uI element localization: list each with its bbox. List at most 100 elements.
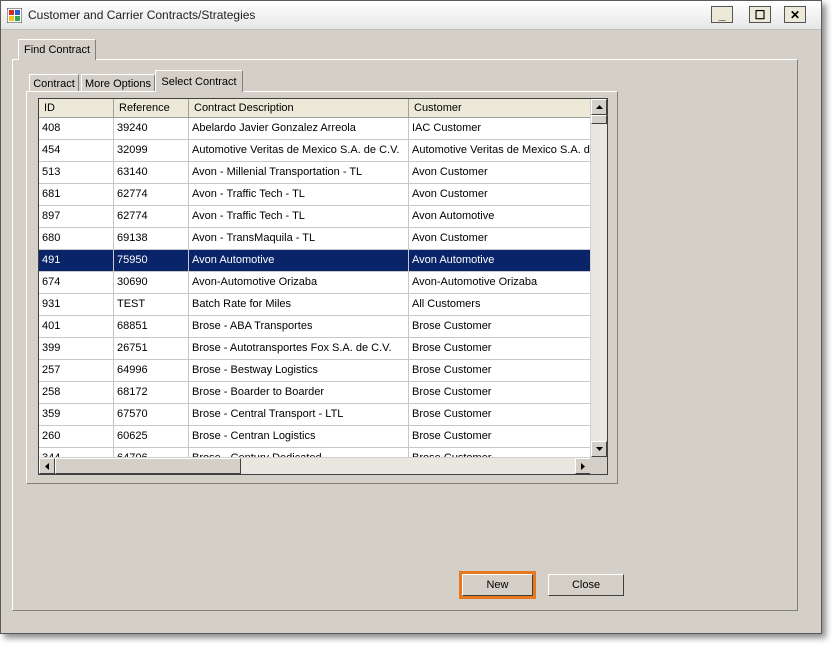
vertical-scrollbar[interactable] [590,99,607,457]
cell-contract-description: Avon - Traffic Tech - TL [189,184,409,206]
contracts-grid[interactable]: ID Reference Contract Description Custom… [38,98,608,475]
tab-select-contract[interactable]: Select Contract [155,70,243,92]
scroll-right-button[interactable] [575,458,591,474]
tab-contract[interactable]: Contract [29,74,79,92]
table-row[interactable]: 258 68172 Brose - Boarder to Boarder Brose … [39,382,591,404]
cell-reference: 68851 [114,316,189,338]
tab-find-contract[interactable]: Find Contract [18,39,96,60]
cell-customer: Avon Customer [409,162,591,184]
cell-id: 680 [39,228,114,250]
cell-contract-description: Brose - Boarder to Boarder [189,382,409,404]
close-icon: ✕ [789,7,801,22]
cell-reference: 32099 [114,140,189,162]
table-row[interactable]: 401 68851 Brose - ABA Transportes Brose Cus… [39,316,591,338]
table-row[interactable]: 680 69138 Avon - TransMaquila - TL Avon Cus… [39,228,591,250]
table-row[interactable]: 454 32099 Automotive Veritas de Mexico S.A… [39,140,591,162]
cell-reference: 26751 [114,338,189,360]
table-row[interactable]: 359 67570 Brose - Central Transport - LTL B… [39,404,591,426]
vertical-scroll-thumb[interactable] [591,115,607,124]
minimize-button[interactable]: _ [711,6,733,23]
close-window-button[interactable]: ✕ [784,6,806,23]
table-row[interactable]: 260 60625 Brose - Centran Logistics Brose C… [39,426,591,448]
table-row[interactable]: 399 26751 Brose - Autotransportes Fox S.A.… [39,338,591,360]
column-header-reference[interactable]: Reference [114,99,189,118]
cell-reference: 62774 [114,184,189,206]
cell-id: 260 [39,426,114,448]
table-row[interactable]: 931 TEST Batch Rate for Miles All Customers [39,294,591,316]
cell-customer: Avon Automotive [409,206,591,228]
column-header-contract-description[interactable]: Contract Description [189,99,409,118]
cell-id: 931 [39,294,114,316]
scroll-down-button[interactable] [591,441,607,457]
cell-reference: 67570 [114,404,189,426]
title-bar[interactable]: Customer and Carrier Contracts/Strategie… [1,1,821,30]
main-window: Customer and Carrier Contracts/Strategie… [0,0,822,634]
close-button-label: Close [571,579,601,591]
maximize-button[interactable]: ☐ [749,6,771,23]
cell-id: 491 [39,250,114,272]
column-header-customer[interactable]: Customer [409,99,591,118]
grid-header: ID Reference Contract Description Custom… [39,99,591,118]
tab-contract-label: Contract [33,77,75,90]
cell-customer: Avon Automotive [409,250,591,272]
cell-id: 258 [39,382,114,404]
cell-id: 408 [39,118,114,140]
arrow-left-icon [45,462,49,470]
cell-customer: Brose Customer [409,338,591,360]
table-row[interactable]: 897 62774 Avon - Traffic Tech - TL Avon Aut… [39,206,591,228]
cell-reference: 30690 [114,272,189,294]
app-icon [7,8,22,23]
table-row[interactable]: 257 64996 Brose - Bestway Logistics Brose C… [39,360,591,382]
cell-customer: Brose Customer [409,426,591,448]
table-row[interactable]: 674 30690 Avon-Automotive Orizaba Avon-Auto… [39,272,591,294]
cell-reference: 60625 [114,426,189,448]
scroll-left-button[interactable] [39,458,55,474]
table-row[interactable]: 513 63140 Avon - Millenial Transportation … [39,162,591,184]
cell-id: 513 [39,162,114,184]
cell-contract-description: Brose - Bestway Logistics [189,360,409,382]
scroll-up-button[interactable] [591,99,607,115]
new-button-highlight [459,571,536,599]
cell-customer: Brose Customer [409,360,591,382]
tab-more-options[interactable]: More Options [81,74,155,92]
cell-id: 674 [39,272,114,294]
close-button[interactable]: Close [548,574,624,596]
minimize-icon: _ [718,7,726,22]
cell-contract-description: Brose - Centran Logistics [189,426,409,448]
cell-customer: All Customers [409,294,591,316]
arrow-down-icon [595,447,603,451]
scrollbar-corner [590,457,607,474]
cell-reference: 64996 [114,360,189,382]
cell-reference: 62774 [114,206,189,228]
grid-rows: 408 39240 Abelardo Javier Gonzalez Arreola… [39,118,591,470]
cell-contract-description: Brose - Central Transport - LTL [189,404,409,426]
cell-contract-description: Avon Automotive [189,250,409,272]
cell-reference: 68172 [114,382,189,404]
cell-customer: Brose Customer [409,316,591,338]
table-row-selected[interactable]: 491 75950 Avon Automotive Avon Automotive [39,250,591,272]
cell-reference: 39240 [114,118,189,140]
horizontal-scroll-thumb[interactable] [55,458,241,474]
cell-customer: Brose Customer [409,382,591,404]
cell-id: 257 [39,360,114,382]
cell-contract-description: Automotive Veritas de Mexico S.A. de C.V… [189,140,409,162]
maximize-icon: ☐ [754,7,766,22]
cell-id: 681 [39,184,114,206]
cell-id: 359 [39,404,114,426]
cell-reference: TEST [114,294,189,316]
tab-find-contract-label: Find Contract [23,44,91,56]
cell-customer: Brose Customer [409,404,591,426]
arrow-up-icon [595,105,603,109]
table-row[interactable]: 408 39240 Abelardo Javier Gonzalez Arreola… [39,118,591,140]
cell-contract-description: Avon - Millenial Transportation - TL [189,162,409,184]
column-header-id[interactable]: ID [39,99,114,118]
cell-id: 399 [39,338,114,360]
cell-customer: Avon Customer [409,184,591,206]
cell-id: 897 [39,206,114,228]
horizontal-scrollbar[interactable] [39,457,591,474]
cell-customer: Avon-Automotive Orizaba [409,272,591,294]
table-row[interactable]: 681 62774 Avon - Traffic Tech - TL Avon Cus… [39,184,591,206]
cell-contract-description: Avon - Traffic Tech - TL [189,206,409,228]
cell-reference: 63140 [114,162,189,184]
cell-contract-description: Brose - Autotransportes Fox S.A. de C.V. [189,338,409,360]
